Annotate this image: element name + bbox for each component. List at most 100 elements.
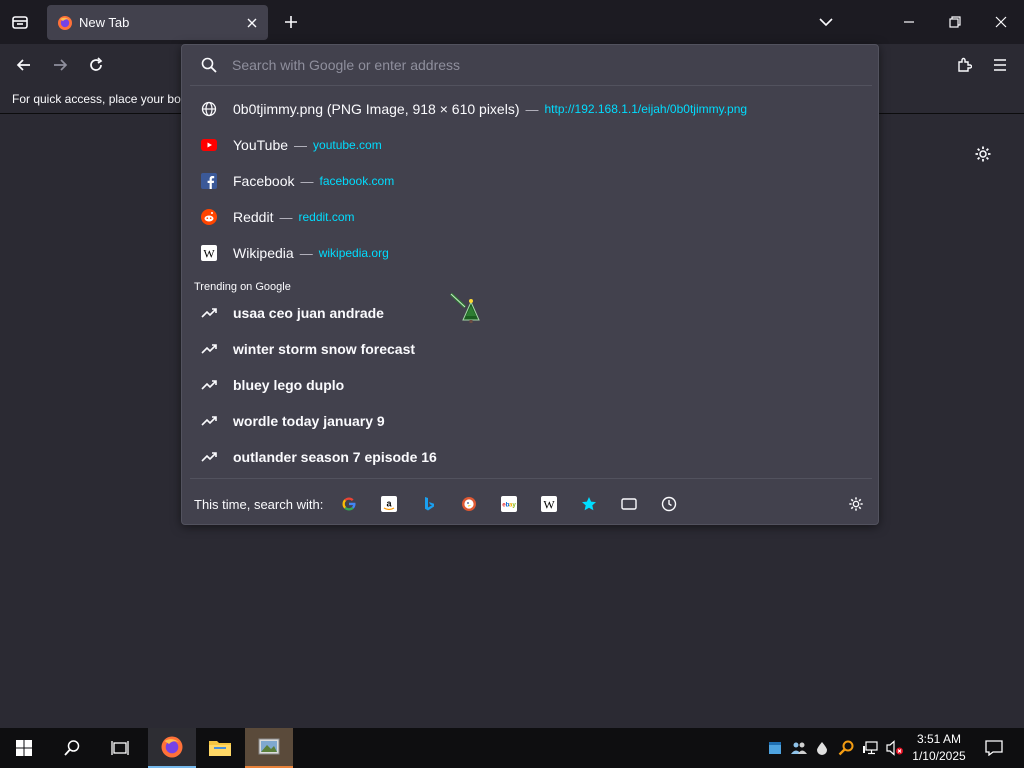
mouse-cursor-icon [449,292,480,323]
wikipedia-icon: W [201,245,217,261]
tray-search-tool-button[interactable] [836,728,856,768]
result-url: wikipedia.org [318,246,389,260]
svg-text:W: W [203,247,215,261]
tab-strip: New Tab [0,0,1024,44]
task-view-button[interactable] [96,728,144,768]
duckduckgo-engine-button[interactable] [457,492,481,516]
close-icon [247,18,257,27]
taskbar-image-viewer-button[interactable] [245,728,293,768]
result-separator: — [299,245,313,261]
youtube-icon [201,137,217,153]
arrow-right-icon [54,59,68,71]
reddit-icon [201,209,217,225]
tray-users-icon-button[interactable] [788,728,810,768]
tray-drop-icon-button[interactable] [813,728,831,768]
minimize-icon [904,21,914,23]
list-all-tabs-button[interactable] [803,0,849,44]
urlbar-input-row [182,45,878,85]
forward-button[interactable] [45,50,75,80]
notification-icon [985,740,1003,756]
clock-time: 3:51 AM [916,732,962,746]
ebay-engine-button[interactable]: e b a y [497,492,521,516]
tab-close-button[interactable] [240,11,264,35]
taskbar-clock[interactable]: 3:51 AM 1/10/2025 [906,731,972,765]
firefox-icon [161,736,183,758]
gear-icon [975,146,991,162]
history-search-button[interactable] [657,492,681,516]
bookmarks-search-button[interactable] [577,492,601,516]
svg-text:y: y [513,502,517,509]
trending-text: wordle today january 9 [233,413,385,429]
result-row-reddit[interactable]: Reddit — reddit.com [190,199,872,235]
minimize-button[interactable] [886,0,932,44]
network-icon [863,741,878,755]
tray-volume-button[interactable] [884,728,906,768]
search-icon [64,740,80,756]
firefox-icon [58,15,72,30]
search-with-label: This time, search with: [194,496,324,512]
users-icon [791,742,807,754]
hamburger-icon [994,59,1006,71]
search-settings-button[interactable] [844,492,868,516]
taskbar-search-button[interactable] [48,728,96,768]
result-title: 0b0tjimmy.png (PNG Image, 918 × 610 pixe… [233,101,520,117]
wikipedia-icon: W [541,496,558,512]
search-icon [199,55,219,75]
star-icon [582,497,597,511]
back-button[interactable] [9,50,39,80]
clock-icon [662,496,677,512]
taskbar-firefox-button[interactable] [148,728,196,768]
extensions-button[interactable] [949,50,979,80]
app-menu-button[interactable] [985,50,1015,80]
window-close-button[interactable] [978,0,1024,44]
firefox-view-button[interactable] [6,8,34,36]
result-separator: — [294,137,308,153]
trending-icon [201,341,217,357]
duckduckgo-icon [462,497,477,511]
urlbar-input[interactable] [232,50,878,80]
trending-row[interactable]: wordle today january 9 [190,403,872,439]
image-viewer-icon [258,738,280,755]
google-engine-button[interactable] [337,492,361,516]
trending-icon [201,305,217,321]
tray-app-icon[interactable] [766,728,784,768]
trending-row[interactable]: usaa ceo juan andrade [190,295,872,331]
window-app-icon [769,742,781,754]
reload-button[interactable] [81,50,111,80]
divider [190,478,872,479]
result-row-facebook[interactable]: Facebook — facebook.com [190,163,872,199]
action-center-button[interactable] [974,728,1014,768]
clock-date: 1/10/2025 [912,749,966,763]
amazon-icon: a [381,496,398,512]
customize-new-tab-button[interactable] [969,140,997,168]
folder-icon [209,741,231,756]
result-url: youtube.com [313,138,382,152]
start-button[interactable] [0,728,48,768]
wikipedia-engine-button[interactable]: W [537,492,561,516]
result-separator: — [525,101,539,117]
bing-engine-button[interactable] [417,492,441,516]
result-row-youtube[interactable]: YouTube — youtube.com [190,127,872,163]
restore-button[interactable] [932,0,978,44]
result-title: YouTube [233,137,289,153]
new-tab-button[interactable] [277,8,305,36]
trending-row[interactable]: bluey lego duplo [190,367,872,403]
result-title: Reddit [233,209,274,225]
trending-text: bluey lego duplo [233,377,345,393]
svg-text:W: W [544,498,556,512]
tray-network-button[interactable] [860,728,880,768]
task-view-icon [111,741,129,755]
result-row-image[interactable]: 0b0tjimmy.png (PNG Image, 918 × 610 pixe… [190,91,872,127]
result-row-wikipedia[interactable]: W Wikipedia — wikipedia.org [190,235,872,271]
amazon-engine-button[interactable]: a [377,492,401,516]
volume-muted-icon [886,740,903,756]
tab-icon [621,498,638,510]
result-title: Facebook [233,173,295,189]
trending-row[interactable]: winter storm snow forecast [190,331,872,367]
tab-new-tab[interactable]: New Tab [47,5,268,40]
result-url: facebook.com [319,174,395,188]
taskbar-file-explorer-button[interactable] [196,728,244,768]
tabs-search-button[interactable] [617,492,641,516]
globe-icon [201,101,217,117]
trending-row[interactable]: outlander season 7 episode 16 [190,439,872,475]
